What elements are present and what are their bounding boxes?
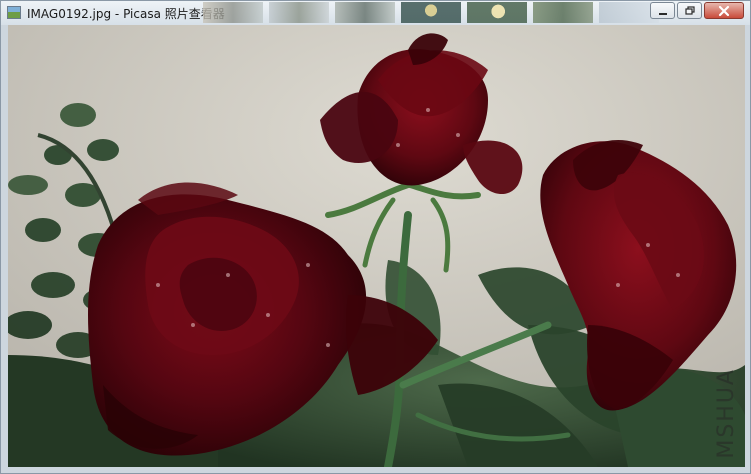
close-button[interactable] — [704, 2, 744, 19]
thumbnail-5[interactable] — [467, 2, 527, 23]
watermark-text: MSHUA — [714, 368, 739, 459]
thumbnail-3[interactable] — [335, 2, 395, 23]
thumbnail-1[interactable] — [203, 2, 263, 23]
picasa-photo-viewer-window: IMAG0192.jpg - Picasa 照片查看器 MSHUA — [0, 0, 751, 474]
photo-image — [8, 25, 745, 467]
thumbnail-strip — [203, 2, 659, 23]
minimize-button[interactable] — [650, 2, 675, 19]
minimize-icon — [651, 3, 674, 18]
window-controls — [648, 2, 744, 19]
window-title: IMAG0192.jpg - Picasa 照片查看器 — [27, 7, 225, 21]
thumbnail-6[interactable] — [533, 2, 593, 23]
thumbnail-2[interactable] — [269, 2, 329, 23]
photo-viewport[interactable]: MSHUA — [8, 25, 745, 467]
title-bar[interactable]: IMAG0192.jpg - Picasa 照片查看器 — [1, 1, 750, 25]
close-icon — [705, 3, 743, 18]
thumbnail-4[interactable] — [401, 2, 461, 23]
restore-icon — [678, 3, 701, 18]
picasa-app-icon[interactable] — [7, 6, 21, 19]
restore-button[interactable] — [677, 2, 702, 19]
